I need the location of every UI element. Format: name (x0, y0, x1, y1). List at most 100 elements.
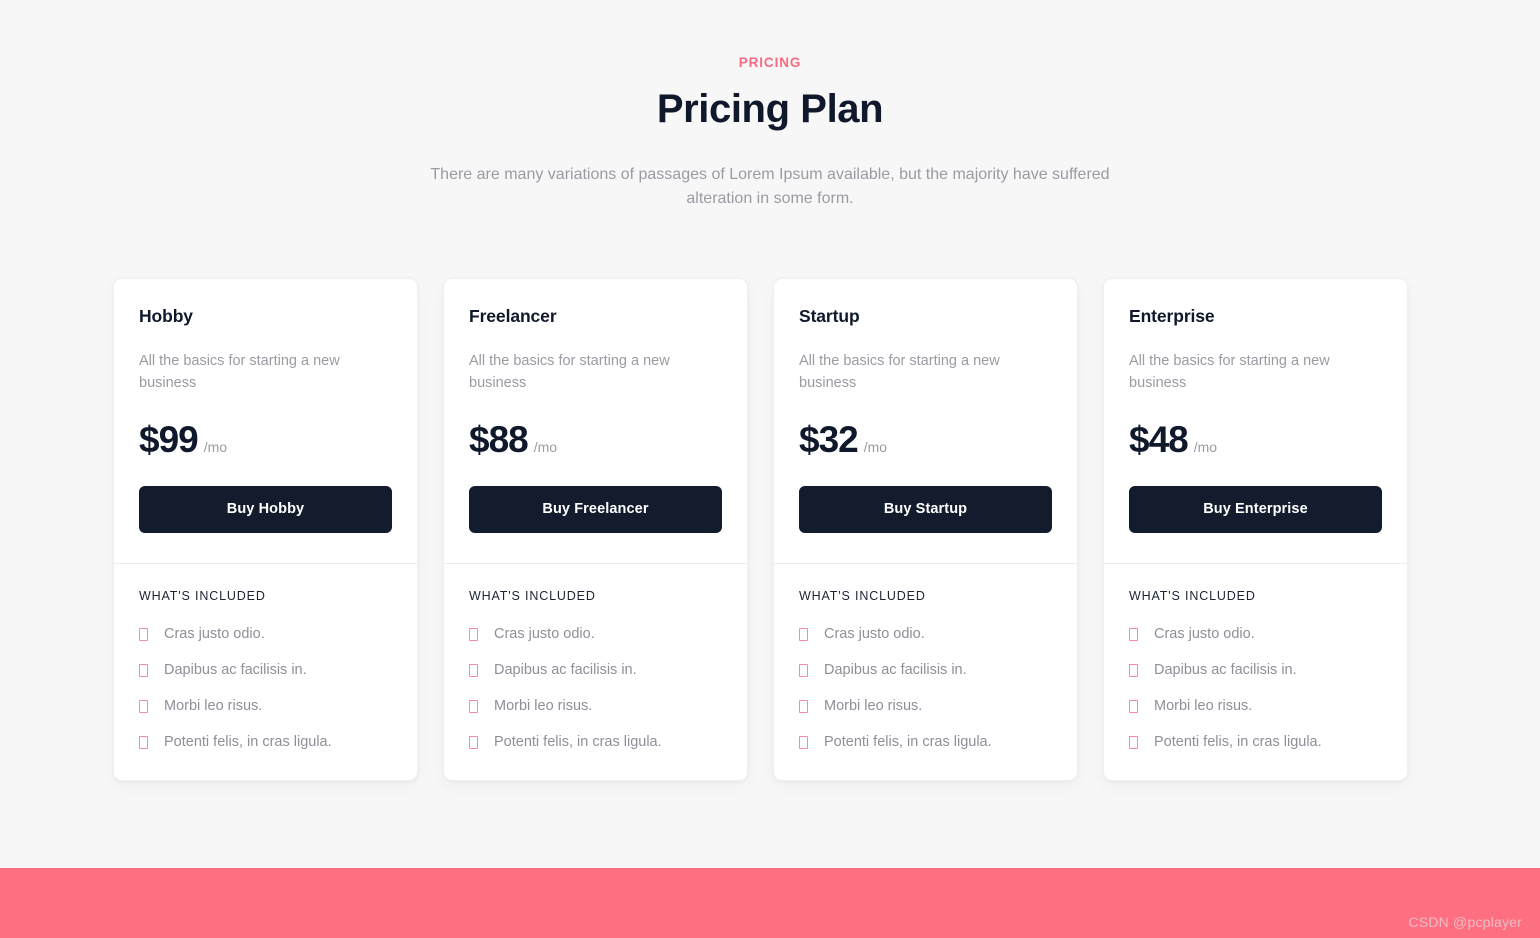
feature-label: Cras justo odio. (164, 626, 265, 643)
plan-name: Freelancer (469, 306, 557, 326)
list-item: Potenti felis, in cras ligula. (1129, 732, 1382, 752)
plan-description: All the basics for starting a new busine… (1129, 352, 1330, 391)
pricing-card-hobby: Hobby All the basics for starting a new … (113, 278, 418, 782)
list-item: Cras justo odio. (1129, 624, 1382, 644)
missing-glyph-box-icon (139, 735, 148, 749)
card-features-section: WHAT'S INCLUDED Cras justo odio. Dapibus… (114, 564, 417, 780)
included-heading: WHAT'S INCLUDED (1129, 589, 1256, 604)
missing-glyph-box-icon (799, 735, 808, 749)
feature-label: Dapibus ac facilisis in. (494, 662, 637, 679)
missing-glyph-box-icon (469, 735, 478, 749)
missing-glyph-box-icon (799, 699, 808, 713)
feature-label: Potenti felis, in cras ligula. (824, 734, 992, 751)
list-item: Dapibus ac facilisis in. (469, 660, 722, 680)
list-item: Dapibus ac facilisis in. (799, 660, 1052, 680)
feature-label: Cras justo odio. (824, 626, 925, 643)
plan-name: Hobby (139, 306, 193, 326)
feature-label: Potenti felis, in cras ligula. (1154, 734, 1322, 751)
price-period: /mo (203, 438, 228, 455)
buy-button[interactable]: Buy Freelancer (469, 485, 722, 534)
missing-glyph-box-icon (1129, 663, 1138, 677)
missing-glyph-box-icon (139, 627, 148, 641)
missing-glyph-box-icon (139, 699, 148, 713)
plan-name: Enterprise (1129, 306, 1215, 326)
missing-glyph-box-icon (469, 627, 478, 641)
list-item: Dapibus ac facilisis in. (1129, 660, 1382, 680)
page-subtitle: There are many variations of passages of… (430, 166, 1110, 208)
missing-glyph-box-icon (139, 663, 148, 677)
feature-list: Cras justo odio. Dapibus ac facilisis in… (469, 624, 722, 752)
list-item: Potenti felis, in cras ligula. (799, 732, 1052, 752)
feature-label: Dapibus ac facilisis in. (164, 662, 307, 679)
list-item: Morbi leo risus. (799, 696, 1052, 716)
card-features-section: WHAT'S INCLUDED Cras justo odio. Dapibus… (444, 564, 747, 780)
list-item: Cras justo odio. (139, 624, 392, 644)
list-item: Potenti felis, in cras ligula. (139, 732, 392, 752)
feature-label: Cras justo odio. (494, 626, 595, 643)
included-heading: WHAT'S INCLUDED (469, 589, 596, 604)
buy-button[interactable]: Buy Startup (799, 485, 1052, 534)
missing-glyph-box-icon (799, 627, 808, 641)
feature-label: Morbi leo risus. (494, 698, 593, 715)
price-amount: $88 (469, 418, 529, 460)
price-row: $48 /mo (1129, 421, 1382, 458)
feature-label: Potenti felis, in cras ligula. (164, 734, 332, 751)
price-amount: $32 (799, 418, 859, 460)
plan-description: All the basics for starting a new busine… (469, 352, 670, 391)
feature-label: Morbi leo risus. (164, 698, 263, 715)
price-period: /mo (1193, 438, 1218, 455)
included-heading: WHAT'S INCLUDED (139, 589, 266, 604)
buy-button[interactable]: Buy Enterprise (1129, 485, 1382, 534)
feature-label: Morbi leo risus. (824, 698, 923, 715)
pricing-page: PRICING Pricing Plan There are many vari… (0, 0, 1540, 938)
list-item: Cras justo odio. (469, 624, 722, 644)
list-item: Morbi leo risus. (469, 696, 722, 716)
plan-description: All the basics for starting a new busine… (139, 352, 340, 391)
feature-list: Cras justo odio. Dapibus ac facilisis in… (1129, 624, 1382, 752)
card-header-section: Freelancer All the basics for starting a… (444, 279, 747, 563)
card-features-section: WHAT'S INCLUDED Cras justo odio. Dapibus… (774, 564, 1077, 780)
list-item: Morbi leo risus. (1129, 696, 1382, 716)
missing-glyph-box-icon (1129, 735, 1138, 749)
pricing-card-startup: Startup All the basics for starting a ne… (773, 278, 1078, 782)
price-row: $99 /mo (139, 421, 392, 458)
pricing-card-freelancer: Freelancer All the basics for starting a… (443, 278, 748, 782)
buy-button[interactable]: Buy Hobby (139, 485, 392, 534)
pricing-card-enterprise: Enterprise All the basics for starting a… (1103, 278, 1408, 782)
list-item: Dapibus ac facilisis in. (139, 660, 392, 680)
missing-glyph-box-icon (469, 663, 478, 677)
plan-name: Startup (799, 306, 860, 326)
list-item: Cras justo odio. (799, 624, 1052, 644)
missing-glyph-box-icon (469, 699, 478, 713)
included-heading: WHAT'S INCLUDED (799, 589, 926, 604)
price-amount: $48 (1129, 418, 1189, 460)
missing-glyph-box-icon (799, 663, 808, 677)
footer-band: CSDN @pcplayer (0, 868, 1540, 938)
section-eyebrow: PRICING (738, 55, 802, 70)
feature-label: Morbi leo risus. (1154, 698, 1253, 715)
page-title: Pricing Plan (656, 87, 884, 132)
feature-list: Cras justo odio. Dapibus ac facilisis in… (139, 624, 392, 752)
feature-label: Dapibus ac facilisis in. (1154, 662, 1297, 679)
page-header: PRICING Pricing Plan There are many vari… (0, 0, 1540, 211)
card-features-section: WHAT'S INCLUDED Cras justo odio. Dapibus… (1104, 564, 1407, 780)
price-row: $88 /mo (469, 421, 722, 458)
watermark: CSDN @pcplayer (1408, 914, 1522, 930)
feature-label: Dapibus ac facilisis in. (824, 662, 967, 679)
card-header-section: Hobby All the basics for starting a new … (114, 279, 417, 563)
feature-label: Potenti felis, in cras ligula. (494, 734, 662, 751)
missing-glyph-box-icon (1129, 627, 1138, 641)
missing-glyph-box-icon (1129, 699, 1138, 713)
card-header-section: Startup All the basics for starting a ne… (774, 279, 1077, 563)
plan-description: All the basics for starting a new busine… (799, 352, 1000, 391)
pricing-cards-row: Hobby All the basics for starting a new … (113, 278, 1408, 782)
feature-label: Cras justo odio. (1154, 626, 1255, 643)
price-period: /mo (533, 438, 558, 455)
list-item: Morbi leo risus. (139, 696, 392, 716)
price-amount: $99 (139, 418, 199, 460)
feature-list: Cras justo odio. Dapibus ac facilisis in… (799, 624, 1052, 752)
price-row: $32 /mo (799, 421, 1052, 458)
list-item: Potenti felis, in cras ligula. (469, 732, 722, 752)
price-period: /mo (863, 438, 888, 455)
card-header-section: Enterprise All the basics for starting a… (1104, 279, 1407, 563)
